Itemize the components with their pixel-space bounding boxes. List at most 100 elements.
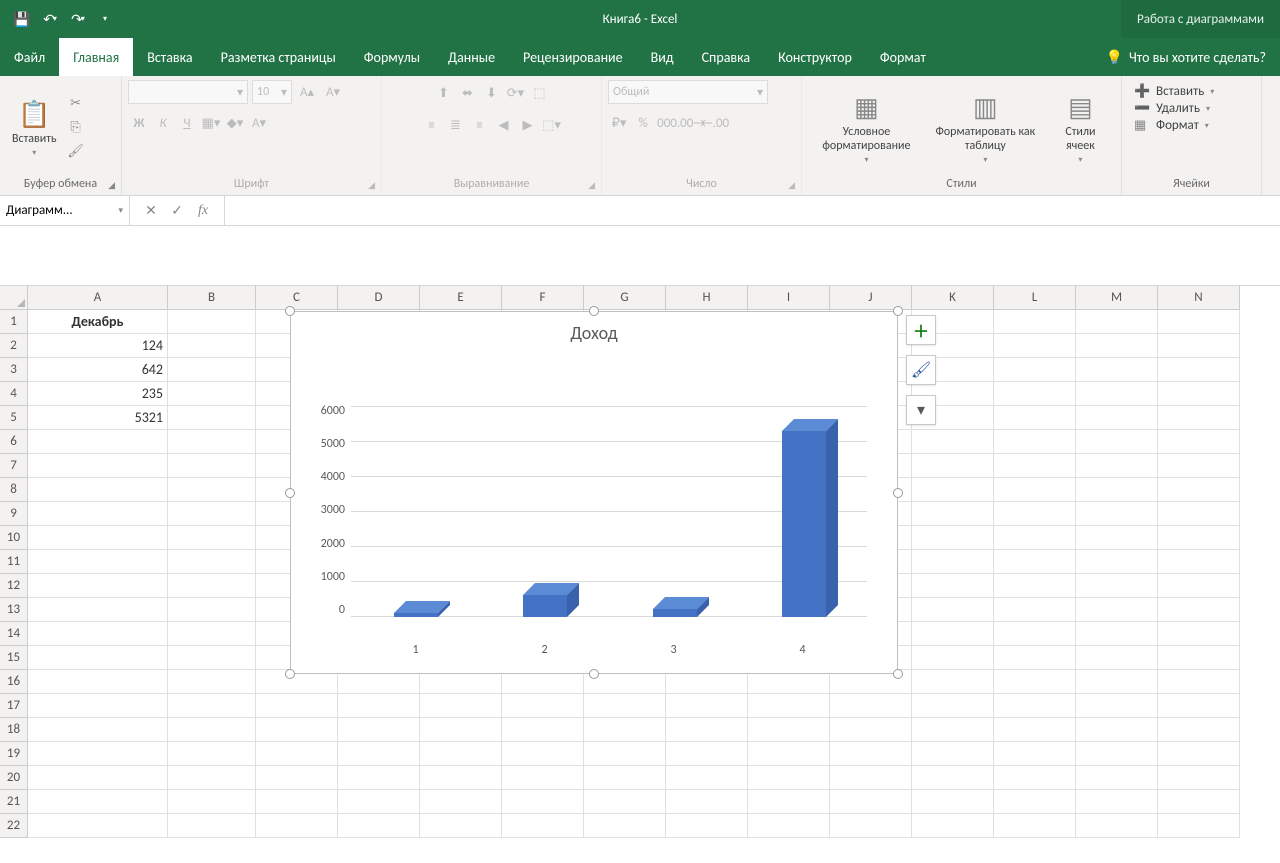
cell[interactable] (1076, 310, 1158, 334)
cell[interactable] (1158, 814, 1240, 838)
cell[interactable] (1158, 430, 1240, 454)
cell[interactable] (28, 622, 168, 646)
column-header[interactable]: K (912, 286, 994, 310)
cell[interactable] (28, 574, 168, 598)
cell[interactable] (28, 814, 168, 838)
cell[interactable] (1158, 526, 1240, 550)
cell[interactable] (420, 694, 502, 718)
cell[interactable] (912, 526, 994, 550)
cell[interactable] (420, 790, 502, 814)
cell[interactable] (830, 718, 912, 742)
tab-page-layout[interactable]: Разметка страницы (207, 38, 350, 76)
chart-plot-area[interactable]: 6000500040003000200010000 1234 (351, 368, 867, 633)
cell[interactable] (168, 718, 256, 742)
cell[interactable] (830, 790, 912, 814)
cell[interactable] (1076, 358, 1158, 382)
cell[interactable] (912, 502, 994, 526)
row-header[interactable]: 19 (0, 742, 28, 766)
cell[interactable] (830, 814, 912, 838)
tab-chart-design[interactable]: Конструктор (764, 38, 866, 76)
cell[interactable] (1158, 622, 1240, 646)
cell[interactable]: Декабрь (28, 310, 168, 334)
column-header[interactable]: A (28, 286, 168, 310)
cell[interactable] (256, 814, 338, 838)
cell[interactable] (912, 478, 994, 502)
tab-formulas[interactable]: Формулы (350, 38, 434, 76)
tab-data[interactable]: Данные (434, 38, 509, 76)
chart-elements-button[interactable]: ＋ (906, 315, 936, 345)
row-header[interactable]: 9 (0, 502, 28, 526)
cell[interactable] (1158, 382, 1240, 406)
cell[interactable] (994, 430, 1076, 454)
cell[interactable] (994, 574, 1076, 598)
column-header[interactable]: F (502, 286, 584, 310)
cell[interactable] (1158, 454, 1240, 478)
cell[interactable] (338, 790, 420, 814)
cell[interactable] (256, 742, 338, 766)
cell[interactable] (28, 742, 168, 766)
column-header[interactable]: D (338, 286, 420, 310)
cell[interactable] (1158, 358, 1240, 382)
cell[interactable] (28, 430, 168, 454)
cell[interactable] (256, 718, 338, 742)
cell[interactable] (28, 550, 168, 574)
row-header[interactable]: 17 (0, 694, 28, 718)
cell[interactable] (666, 790, 748, 814)
cell[interactable] (994, 478, 1076, 502)
row-header[interactable]: 4 (0, 382, 28, 406)
cell[interactable] (912, 766, 994, 790)
align-right-icon[interactable]: ≡ (469, 114, 491, 136)
cell[interactable] (994, 526, 1076, 550)
cell[interactable] (420, 742, 502, 766)
resize-handle[interactable] (893, 306, 903, 316)
cell[interactable] (168, 814, 256, 838)
cell[interactable] (168, 382, 256, 406)
cell[interactable] (912, 430, 994, 454)
percent-icon[interactable]: % (632, 112, 654, 134)
cell[interactable] (1076, 574, 1158, 598)
resize-handle[interactable] (893, 669, 903, 679)
cell[interactable] (666, 766, 748, 790)
chart-object[interactable]: Доход 6000500040003000200010000 1234 ＋ 🖌… (290, 311, 898, 674)
resize-handle[interactable] (589, 306, 599, 316)
cell[interactable] (1158, 550, 1240, 574)
cell[interactable] (994, 310, 1076, 334)
cell[interactable]: 235 (28, 382, 168, 406)
comma-icon[interactable]: 000 (656, 112, 678, 134)
cell[interactable] (1076, 766, 1158, 790)
bold-button[interactable]: Ж (128, 112, 150, 134)
cell[interactable] (1158, 310, 1240, 334)
cell[interactable] (912, 646, 994, 670)
cell[interactable] (338, 814, 420, 838)
save-icon[interactable]: 💾 (10, 7, 34, 31)
cell[interactable] (28, 670, 168, 694)
tell-me[interactable]: 💡 Что вы хотите сделать? (1092, 38, 1280, 76)
cell[interactable] (420, 718, 502, 742)
cell[interactable] (912, 622, 994, 646)
cell[interactable] (994, 454, 1076, 478)
cell[interactable] (168, 766, 256, 790)
formula-input[interactable] (225, 196, 1280, 225)
cell[interactable] (1076, 742, 1158, 766)
cell[interactable] (338, 766, 420, 790)
cell[interactable] (1076, 430, 1158, 454)
cell[interactable] (1158, 718, 1240, 742)
cell[interactable]: 5321 (28, 406, 168, 430)
cell[interactable] (1158, 334, 1240, 358)
decrease-decimal-icon[interactable]: ←.00 (704, 112, 726, 134)
cell[interactable] (748, 718, 830, 742)
cancel-icon[interactable]: ✕ (140, 200, 162, 222)
row-header[interactable]: 21 (0, 790, 28, 814)
row-header[interactable]: 11 (0, 550, 28, 574)
cell[interactable] (912, 550, 994, 574)
cell[interactable] (28, 694, 168, 718)
select-all-corner[interactable] (0, 286, 28, 310)
cell[interactable] (1076, 526, 1158, 550)
row-header[interactable]: 15 (0, 646, 28, 670)
cell[interactable] (1076, 454, 1158, 478)
cell[interactable] (1158, 478, 1240, 502)
cell[interactable] (912, 574, 994, 598)
copy-icon[interactable]: ⎘ (65, 117, 87, 139)
cell[interactable] (994, 694, 1076, 718)
cell[interactable] (912, 718, 994, 742)
